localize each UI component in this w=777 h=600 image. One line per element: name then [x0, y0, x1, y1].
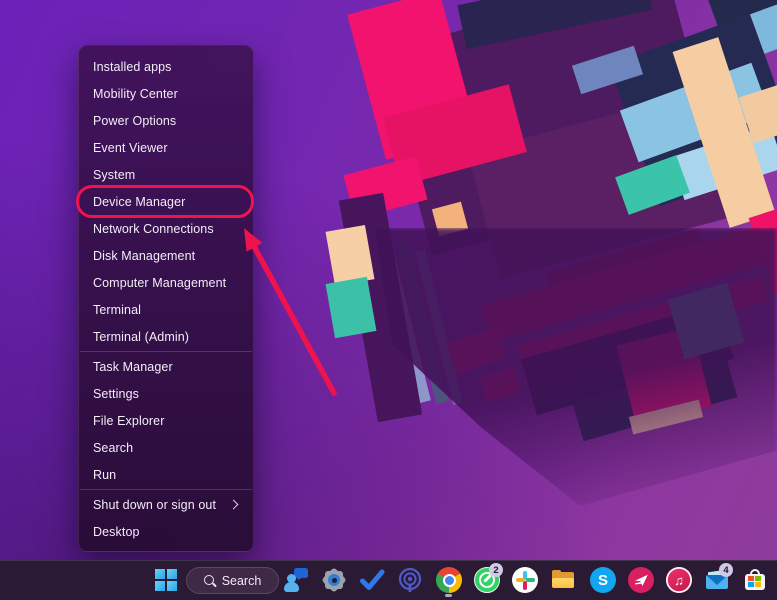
menu-item-label: Mobility Center — [93, 87, 178, 101]
menu-item-label: Network Connections — [93, 222, 214, 236]
menu-separator — [80, 351, 252, 352]
winx-menu: Installed apps Mobility Center Power Opt… — [78, 45, 254, 552]
search-label: Search — [222, 574, 262, 588]
menu-item-network-connections[interactable]: Network Connections — [79, 215, 253, 242]
menu-item-label: File Explorer — [93, 414, 164, 428]
todo-check-icon[interactable] — [359, 567, 385, 593]
menu-item-label: Search — [93, 441, 133, 455]
menu-item-label: Run — [93, 468, 116, 482]
taskbar — [0, 560, 777, 600]
search-icon — [204, 575, 215, 586]
music-app-icon[interactable]: ♫ — [666, 567, 692, 593]
music-note-glyph: ♫ — [674, 573, 684, 588]
paper-plane-app-icon[interactable] — [628, 567, 654, 593]
menu-item-terminal-admin[interactable]: Terminal (Admin) — [79, 323, 253, 350]
microsoft-store-icon[interactable] — [742, 567, 768, 593]
menu-item-mobility-center[interactable]: Mobility Center — [79, 80, 253, 107]
skype-letter: S — [598, 572, 608, 589]
mail-badge: 4 — [719, 563, 733, 577]
menu-separator — [80, 489, 252, 490]
menu-item-run[interactable]: Run — [79, 461, 253, 488]
people-chat-icon[interactable] — [283, 567, 309, 593]
menu-item-task-manager[interactable]: Task Manager — [79, 353, 253, 380]
slack-icon[interactable] — [512, 567, 538, 593]
screen: Installed apps Mobility Center Power Opt… — [0, 0, 777, 600]
search-pill[interactable]: Search — [186, 567, 279, 594]
chrome-icon[interactable] — [436, 567, 462, 593]
menu-item-settings[interactable]: Settings — [79, 380, 253, 407]
settings-gear-icon[interactable] — [321, 567, 347, 593]
menu-item-label: Disk Management — [93, 249, 195, 263]
menu-item-power-options[interactable]: Power Options — [79, 107, 253, 134]
chevron-right-icon — [229, 500, 239, 510]
menu-item-file-explorer[interactable]: File Explorer — [79, 407, 253, 434]
menu-item-shut-down-or-sign-out[interactable]: Shut down or sign out — [79, 491, 253, 518]
menu-item-installed-apps[interactable]: Installed apps — [79, 53, 253, 80]
skype-icon[interactable]: S — [590, 567, 616, 593]
menu-item-label: Desktop — [93, 525, 140, 539]
menu-item-label: Task Manager — [93, 360, 173, 374]
cast-circles-icon[interactable] — [397, 567, 423, 593]
menu-item-device-manager[interactable]: Device Manager — [79, 188, 253, 215]
whatsapp-badge: 2 — [489, 563, 503, 577]
menu-item-label: Computer Management — [93, 276, 226, 290]
menu-item-label: Power Options — [93, 114, 176, 128]
menu-item-disk-management[interactable]: Disk Management — [79, 242, 253, 269]
menu-item-label: System — [93, 168, 135, 182]
menu-item-label: Terminal (Admin) — [93, 330, 189, 344]
chrome-running-indicator — [445, 594, 452, 597]
menu-item-label: Device Manager — [93, 195, 185, 209]
menu-item-computer-management[interactable]: Computer Management — [79, 269, 253, 296]
menu-item-terminal[interactable]: Terminal — [79, 296, 253, 323]
menu-item-label: Shut down or sign out — [93, 498, 216, 512]
menu-item-label: Terminal — [93, 303, 141, 317]
menu-item-search[interactable]: Search — [79, 434, 253, 461]
menu-item-label: Installed apps — [93, 60, 172, 74]
menu-item-desktop[interactable]: Desktop — [79, 518, 253, 545]
menu-item-label: Event Viewer — [93, 141, 168, 155]
file-explorer-icon[interactable] — [550, 567, 576, 593]
start-button[interactable] — [155, 569, 177, 591]
menu-item-system[interactable]: System — [79, 161, 253, 188]
menu-item-label: Settings — [93, 387, 139, 401]
menu-item-event-viewer[interactable]: Event Viewer — [79, 134, 253, 161]
